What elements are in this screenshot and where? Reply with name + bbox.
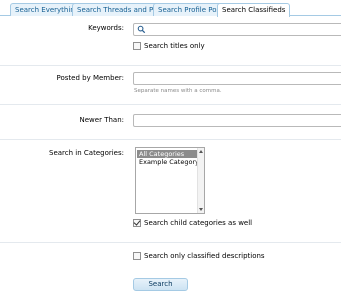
posted-by-member-label: Posted by Member: xyxy=(56,74,124,82)
newer-than-input[interactable] xyxy=(133,114,341,127)
newer-than-label: Newer Than: xyxy=(79,116,124,124)
scroll-up-icon[interactable] xyxy=(199,150,203,153)
tab-search-classifieds[interactable]: Search Classifieds xyxy=(217,3,291,17)
posted-by-member-hint: Separate names with a comma. xyxy=(134,88,222,94)
search-titles-only-label: Search titles only xyxy=(144,42,205,50)
search-tabs: Search Everything Search Threads and Pos… xyxy=(0,0,341,17)
category-option-example[interactable]: Example Category xyxy=(137,158,199,166)
listbox-scrollbar[interactable] xyxy=(197,148,204,213)
keywords-label: Keywords: xyxy=(88,24,124,32)
categories-listbox[interactable]: All Categories Example Category xyxy=(135,147,205,214)
divider xyxy=(0,65,341,66)
scroll-down-icon[interactable] xyxy=(199,208,203,211)
posted-by-member-input[interactable] xyxy=(133,72,341,85)
search-child-categories-checkbox[interactable] xyxy=(133,219,141,227)
search-titles-only-checkbox[interactable] xyxy=(133,42,141,50)
search-titles-only-option[interactable]: Search titles only xyxy=(133,41,205,51)
search-descriptions-checkbox[interactable] xyxy=(133,252,141,260)
search-child-categories-option[interactable]: Search child categories as well xyxy=(133,218,252,228)
keywords-input[interactable] xyxy=(133,23,341,36)
search-icon xyxy=(137,25,146,34)
search-descriptions-option[interactable]: Search only classified descriptions xyxy=(133,251,265,261)
search-descriptions-label: Search only classified descriptions xyxy=(144,252,265,260)
divider xyxy=(0,104,341,105)
category-option-all[interactable]: All Categories xyxy=(137,150,197,158)
search-in-categories-label: Search in Categories: xyxy=(49,149,124,157)
search-button[interactable]: Search xyxy=(133,278,188,291)
search-child-categories-label: Search child categories as well xyxy=(144,219,253,227)
divider xyxy=(0,242,341,243)
divider xyxy=(0,139,341,140)
